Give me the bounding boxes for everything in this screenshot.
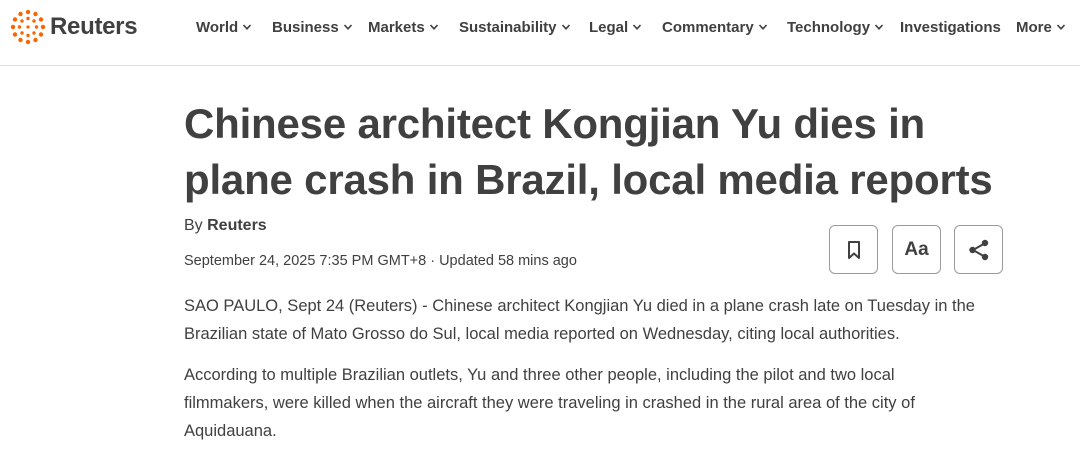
share-icon bbox=[968, 239, 988, 260]
article-dateline: September 24, 2025 7:35 PM GMT+8 · Updat… bbox=[184, 253, 577, 269]
text-size-button[interactable]: Aa bbox=[892, 225, 941, 274]
byline: By Reuters bbox=[184, 217, 267, 235]
headline-line: Chinese architect Kongjian Yu dies in bbox=[184, 100, 926, 147]
bookmark-icon bbox=[847, 240, 860, 259]
nav-item-sustainability[interactable]: Sustainability bbox=[459, 17, 571, 37]
nav-item-label: Investigations bbox=[900, 18, 1001, 36]
share-button[interactable] bbox=[954, 225, 1003, 274]
nav-item-label: Technology bbox=[787, 18, 871, 36]
nav-item-label: World bbox=[196, 18, 239, 36]
chevron-down-icon bbox=[1056, 22, 1066, 32]
chevron-down-icon bbox=[632, 22, 642, 32]
site-header: Reuters World Business Markets Sustainab… bbox=[0, 0, 1080, 66]
reuters-logo[interactable]: Reuters bbox=[10, 9, 138, 45]
nav-item-world[interactable]: World bbox=[196, 17, 252, 37]
nav-item-label: Markets bbox=[368, 18, 425, 36]
nav-item-investigations[interactable]: Investigations bbox=[900, 17, 1001, 37]
bookmark-button[interactable] bbox=[829, 225, 878, 274]
nav-item-label: Legal bbox=[589, 18, 629, 36]
paragraph-line: Aquidauana. bbox=[184, 422, 277, 440]
nav-item-legal[interactable]: Legal bbox=[589, 17, 642, 37]
chevron-down-icon bbox=[874, 22, 884, 32]
byline-prefix: By bbox=[184, 217, 203, 234]
chevron-down-icon bbox=[343, 22, 353, 32]
nav-item-label: Sustainability bbox=[459, 18, 557, 36]
nav-item-label: Commentary bbox=[662, 18, 754, 36]
chevron-down-icon bbox=[758, 22, 768, 32]
article-paragraph: SAO PAULO, Sept 24 (Reuters) - Chinese a… bbox=[184, 292, 1014, 348]
headline-line: plane crash in Brazil, local media repor… bbox=[184, 156, 993, 203]
chevron-down-icon bbox=[242, 22, 252, 32]
brand-name: Reuters bbox=[50, 13, 138, 40]
chevron-down-icon bbox=[561, 22, 571, 32]
nav-item-more[interactable]: More bbox=[1016, 17, 1066, 37]
nav-item-label: Business bbox=[272, 18, 339, 36]
paragraph-line: filmmakers, were killed when the aircraf… bbox=[184, 394, 915, 412]
nav-item-label: More bbox=[1016, 18, 1052, 36]
article-headline: Chinese architect Kongjian Yu dies in pl… bbox=[184, 96, 1044, 208]
author-link[interactable]: Reuters bbox=[207, 217, 267, 234]
paragraph-line: Brazilian state of Mato Grosso do Sul, l… bbox=[184, 325, 900, 343]
text-size-label: Aa bbox=[904, 238, 929, 260]
nav-item-markets[interactable]: Markets bbox=[368, 17, 439, 37]
chevron-down-icon bbox=[429, 22, 439, 32]
nav-item-business[interactable]: Business bbox=[272, 17, 353, 37]
paragraph-line: SAO PAULO, Sept 24 (Reuters) - Chinese a… bbox=[184, 297, 975, 315]
reuters-logo-icon bbox=[10, 9, 46, 45]
paragraph-line: According to multiple Brazilian outlets,… bbox=[184, 366, 895, 384]
article-paragraph: According to multiple Brazilian outlets,… bbox=[184, 361, 1014, 445]
nav-item-technology[interactable]: Technology bbox=[787, 17, 884, 37]
nav-item-commentary[interactable]: Commentary bbox=[662, 17, 768, 37]
